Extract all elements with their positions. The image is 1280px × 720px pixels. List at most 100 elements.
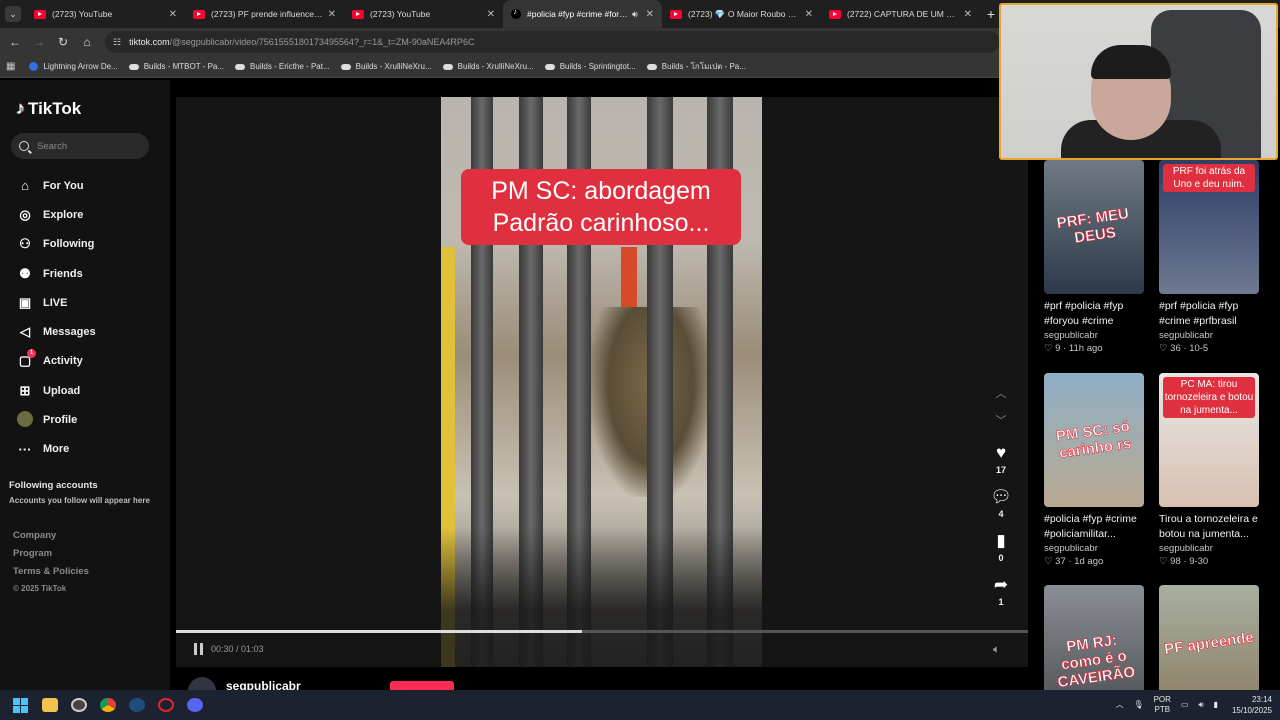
nav-label: Following	[43, 238, 95, 251]
close-tab-icon[interactable]: ✕	[169, 9, 177, 20]
browser-tab[interactable]: (2723) YouTube ✕	[344, 0, 503, 28]
share-icon[interactable]: ➦	[988, 575, 1014, 595]
bookmark-item[interactable]: Builds - MTBOT - Pa...	[128, 60, 224, 73]
nav-item-friends[interactable]: ⚉ Friends	[16, 259, 96, 288]
tray-overflow-icon[interactable]: ︿	[1115, 700, 1123, 710]
reload-icon[interactable]: ↻	[51, 35, 75, 49]
bookmark-favicon-icon	[128, 63, 139, 70]
recommended-video-card[interactable]: PM SC: só carinho rs #policia #fyp #crim…	[1044, 373, 1156, 567]
nav-item-messages[interactable]: ◁ Messages	[16, 317, 96, 346]
speaker-icon[interactable]: 🔊︎	[1199, 700, 1204, 710]
video-player[interactable]: PM SC: abordagem Padrão carinhoso... 00:…	[176, 97, 1028, 667]
forward-icon[interactable]: →	[27, 35, 51, 49]
volume-icon[interactable]: 🔈︎	[993, 642, 1000, 657]
recommended-video-card[interactable]: PM RJ: como é o CAVEIRÃO	[1044, 585, 1156, 690]
like-heart-icon[interactable]: ♥	[988, 443, 1014, 463]
obs-icon[interactable]	[64, 690, 93, 720]
search-input[interactable]: Search	[11, 133, 149, 159]
previous-video-icon[interactable]: ︿	[988, 385, 1014, 412]
windows-start-icon[interactable]	[6, 690, 35, 720]
recommended-video-card[interactable]: PC MA: tirou tornozeleira e botou na jum…	[1159, 373, 1271, 567]
tiktok-logo[interactable]: ♪ TikTok	[16, 98, 81, 119]
tab-audio-icon[interactable]: 🔊︎	[632, 9, 638, 20]
url-bar[interactable]: ☷ tiktok.com/@segpublicabr/video/7561555…	[105, 31, 1000, 53]
close-tab-icon[interactable]: ✕	[487, 9, 495, 20]
author-avatar[interactable]	[188, 677, 216, 691]
video-thumbnail[interactable]: PM RJ: como é o CAVEIRÃO	[1044, 585, 1144, 690]
card-title[interactable]: Tirou a tornozeleira e botou na jumenta.…	[1159, 512, 1271, 542]
footer-link-terms[interactable]: Terms & Policies	[13, 566, 89, 584]
footer-link-company[interactable]: Company	[13, 530, 89, 548]
network-icon[interactable]: ▭	[1181, 700, 1189, 710]
nav-item-live[interactable]: ▣ LIVE	[16, 288, 96, 317]
tab-title: (2723) YouTube	[370, 9, 431, 19]
card-username[interactable]: segpublicabr	[1044, 330, 1156, 341]
recommended-video-card[interactable]: PRF: MEU DEUS #prf #policia #fyp #foryou…	[1044, 160, 1156, 354]
nav-item-upload[interactable]: ⊞ Upload	[16, 376, 96, 405]
browser-tab[interactable]: (2723) YouTube ✕	[26, 0, 185, 28]
follow-button[interactable]	[390, 681, 454, 690]
file-explorer-icon[interactable]	[35, 690, 64, 720]
language-indicator[interactable]: POR PTB	[1154, 695, 1171, 715]
bookmark-item[interactable]: Builds - XrulliNeXru...	[442, 60, 534, 73]
card-username[interactable]: segpublicabr	[1044, 543, 1156, 554]
video-caption-overlay: PM SC: abordagem Padrão carinhoso...	[461, 169, 741, 245]
site-info-icon[interactable]: ☷	[113, 37, 121, 48]
video-thumbnail[interactable]: PC MA: tirou tornozeleira e botou na jum…	[1159, 373, 1259, 507]
tab-title: (2723) PF prende influencer Bu	[211, 9, 324, 19]
nav-item-more[interactable]: ··· More	[16, 435, 96, 464]
nav-item-explore[interactable]: ◎ Explore	[16, 200, 96, 229]
footer-link-program[interactable]: Program	[13, 548, 89, 566]
browser-tab[interactable]: (2722) CAPTURA DE UM DOS B ✕	[821, 0, 980, 28]
video-thumbnail[interactable]: PM SC: só carinho rs	[1044, 373, 1144, 507]
apps-grid-icon[interactable]: ▦	[6, 61, 15, 72]
nav-item-following[interactable]: ⚇ Following	[16, 230, 96, 259]
bookmark-item[interactable]: Builds - Ericthe - Pat...	[235, 60, 330, 73]
nav-item-activity[interactable]: ▢ 1 Activity	[16, 347, 96, 376]
nav-item-profile[interactable]: Profile	[16, 405, 96, 434]
card-title[interactable]: #prf #policia #fyp #crime #prfbrasil	[1159, 299, 1271, 329]
discord-icon[interactable]	[180, 690, 209, 720]
nav-item-for-you[interactable]: ⌂ For You	[16, 171, 96, 200]
steam-icon[interactable]	[122, 690, 151, 720]
browser-tab[interactable]: (2723) PF prende influencer Bu ✕	[185, 0, 344, 28]
video-thumbnail[interactable]: PRF foi atrás da Uno e deu ruim.	[1159, 160, 1259, 294]
next-video-icon[interactable]: ﹀	[988, 412, 1014, 439]
browser-tab[interactable]: (2723) 💎 O Maior Roubo de D ✕	[662, 0, 821, 28]
close-tab-icon[interactable]: ✕	[805, 9, 813, 20]
video-time: 00:30 / 01:03	[211, 644, 264, 654]
taskbar-clock[interactable]: 23:14 15/10/2025	[1232, 694, 1272, 716]
comment-icon[interactable]: 💬︎	[988, 487, 1014, 507]
battery-icon[interactable]: ▮	[1214, 700, 1218, 710]
messages-icon: ◁	[20, 324, 30, 340]
tab-search-button[interactable]: ⌄	[0, 0, 26, 28]
card-username[interactable]: segpublicabr	[1159, 330, 1271, 341]
bookmark-icon[interactable]: ▮	[988, 531, 1014, 551]
back-icon[interactable]: ←	[3, 35, 27, 49]
close-tab-icon[interactable]: ✕	[964, 9, 972, 20]
card-username[interactable]: segpublicabr	[1159, 543, 1271, 554]
nav-label: Activity	[43, 355, 83, 368]
opera-icon[interactable]	[151, 690, 180, 720]
card-title[interactable]: #prf #policia #fyp #foryou #crime	[1044, 299, 1156, 329]
pause-icon[interactable]	[193, 643, 204, 655]
close-tab-icon[interactable]: ✕	[646, 9, 654, 20]
nav-label: Explore	[43, 208, 84, 221]
close-tab-icon[interactable]: ✕	[328, 9, 336, 20]
bookmark-item[interactable]: Lightning Arrow De...	[29, 60, 118, 73]
video-progress-bar[interactable]	[176, 630, 1028, 633]
recommended-video-card[interactable]: PF apreende	[1159, 585, 1271, 690]
video-thumbnail[interactable]: PF apreende	[1159, 585, 1259, 690]
home-icon[interactable]: ⌂	[75, 35, 99, 49]
video-thumbnail[interactable]: PRF: MEU DEUS	[1044, 160, 1144, 294]
bookmark-item[interactable]: Builds - Sprintingtot...	[544, 60, 636, 73]
microphone-icon[interactable]: 🎙︎	[1133, 700, 1143, 710]
recommended-video-card[interactable]: PRF foi atrás da Uno e deu ruim. #prf #p…	[1159, 160, 1271, 354]
bookmark-item[interactable]: Builds - โกโมเปต - Pa...	[646, 60, 746, 73]
chrome-icon[interactable]	[93, 690, 122, 720]
card-title[interactable]: #policia #fyp #crime #policiamilitar...	[1044, 512, 1156, 542]
video-frame[interactable]: PM SC: abordagem Padrão carinhoso...	[441, 97, 762, 667]
browser-tab[interactable]: #policia #fyp #crime #foryo 🔊︎ ✕	[503, 0, 662, 28]
more-icon: ···	[18, 441, 32, 457]
bookmark-item[interactable]: Builds - XrulliNeXru...	[340, 60, 432, 73]
